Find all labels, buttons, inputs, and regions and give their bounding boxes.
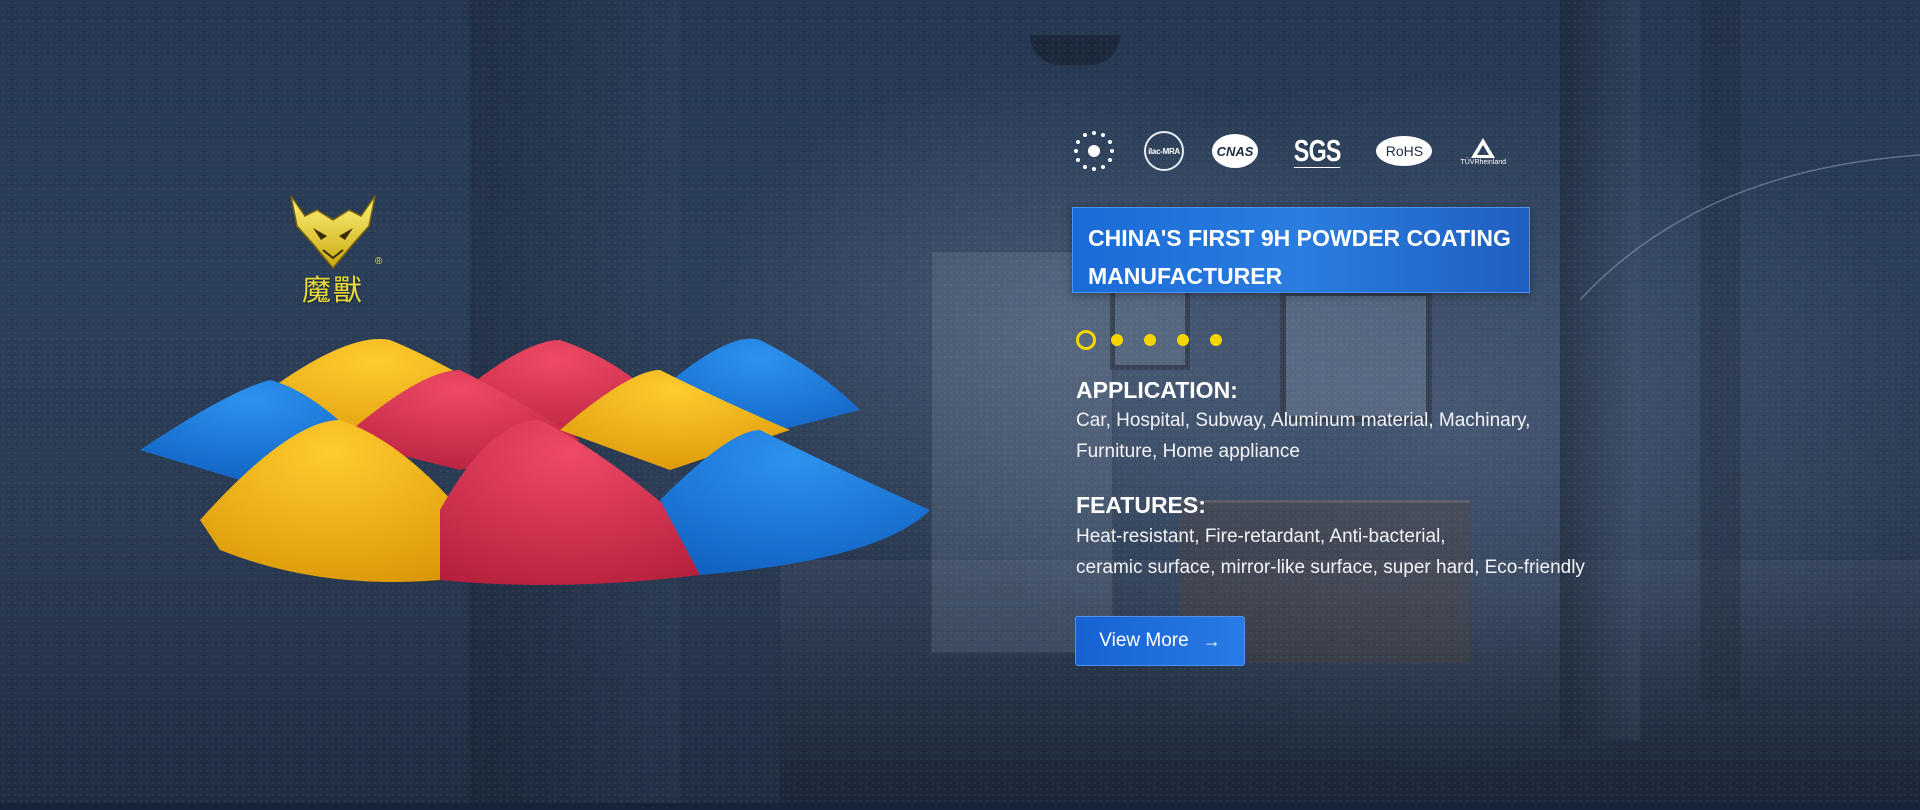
application-line1: Car, Hospital, Subway, Aluminum material… (1076, 410, 1531, 431)
view-more-button[interactable]: View More → (1075, 616, 1245, 666)
brand-chinese-name: 魔獸 (301, 273, 364, 307)
features-text: Heat-resistant, Fire-retardant, Anti-bac… (1076, 521, 1585, 583)
registered-mark: ® (375, 256, 383, 267)
brand-logo: 魔獸 ® (283, 192, 383, 310)
background-picture-frame (1280, 290, 1432, 422)
light-swoosh (1580, 154, 1920, 301)
certification-logos: ilac-MRA CNAS SGS RoHS TÜVRheinland (1072, 126, 1534, 176)
tuv-cert-label: TÜVRheinland (1460, 158, 1506, 166)
slider-dot-3[interactable] (1144, 334, 1156, 346)
application-heading: APPLICATION: (1076, 377, 1238, 403)
slide-title-line2: MANUFACTURER (1088, 263, 1283, 289)
bottom-edge-bar (0, 803, 1920, 810)
background-floor (780, 560, 1920, 810)
hero-banner: 魔獸 ® ilac-MRA CNAS SGS RoHS TÜVRheinland… (0, 0, 1920, 810)
background-ceiling-lamp (1030, 35, 1120, 65)
view-more-label: View More (1099, 630, 1189, 651)
slider-dot-5[interactable] (1210, 334, 1222, 346)
tuv-cert-icon: TÜVRheinland (1460, 137, 1506, 166)
application-line2: Furniture, Home appliance (1076, 441, 1300, 462)
demon-head-logo-icon (290, 195, 376, 270)
cnas-cert-icon: CNAS (1212, 134, 1258, 168)
slider-dot-2[interactable] (1111, 334, 1123, 346)
rohs-cert-icon: RoHS (1376, 136, 1433, 166)
features-heading: FEATURES: (1076, 492, 1206, 518)
background-pillar-thin (1700, 0, 1740, 700)
features-line2: ceramic surface, mirror-like surface, su… (1076, 557, 1585, 578)
features-line1: Heat-resistant, Fire-retardant, Anti-bac… (1076, 526, 1446, 547)
ilac-mra-cert-icon: ilac-MRA (1144, 131, 1184, 171)
powder-coating-piles-image (140, 338, 930, 585)
arrow-right-icon: → (1202, 630, 1221, 651)
background-pillar (1560, 0, 1640, 740)
sgs-cert-icon: SGS (1293, 132, 1341, 168)
slider-dot-1[interactable] (1076, 330, 1096, 350)
slide-title-line1: CHINA'S FIRST 9H POWDER COATING (1088, 225, 1511, 251)
eu-stars-cert-icon (1072, 129, 1116, 173)
slider-pagination (1076, 330, 1243, 350)
slide-title: CHINA'S FIRST 9H POWDER COATING MANUFACT… (1072, 207, 1530, 293)
slider-dot-4[interactable] (1177, 334, 1189, 346)
application-text: Car, Hospital, Subway, Aluminum material… (1076, 405, 1530, 467)
